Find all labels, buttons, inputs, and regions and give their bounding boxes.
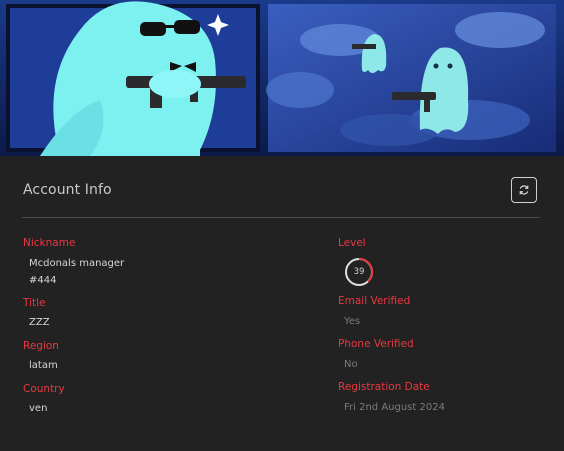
phone-verified-value: No (344, 359, 358, 370)
title-value: ZZZ (29, 317, 50, 328)
account-info-title: Account Info (23, 182, 112, 198)
country-value: ven (29, 403, 48, 414)
nickname-label: Nickname (23, 237, 76, 249)
email-verified-label: Email Verified (338, 295, 411, 307)
country-label: Country (23, 383, 65, 395)
nickname-tag: #444 (29, 275, 57, 286)
banner-artwork (0, 0, 564, 156)
level-badge: 39 (344, 257, 374, 287)
registration-date-value: Fri 2nd August 2024 (344, 402, 445, 413)
refresh-icon (519, 185, 529, 195)
account-info-card: Account Info Nickname Mcdonals manager #… (0, 156, 564, 451)
region-label: Region (23, 340, 59, 352)
nickname-value: Mcdonals manager (29, 258, 125, 269)
profile-banner (0, 0, 564, 156)
email-verified-value: Yes (344, 316, 361, 327)
registration-date-label: Registration Date (338, 381, 430, 393)
title-label: Title (23, 297, 46, 309)
region-value: latam (29, 360, 58, 371)
header-divider (22, 217, 540, 218)
phone-verified-label: Phone Verified (338, 338, 414, 350)
level-value: 39 (353, 267, 365, 277)
level-label: Level (338, 237, 366, 249)
refresh-button[interactable] (511, 177, 537, 203)
